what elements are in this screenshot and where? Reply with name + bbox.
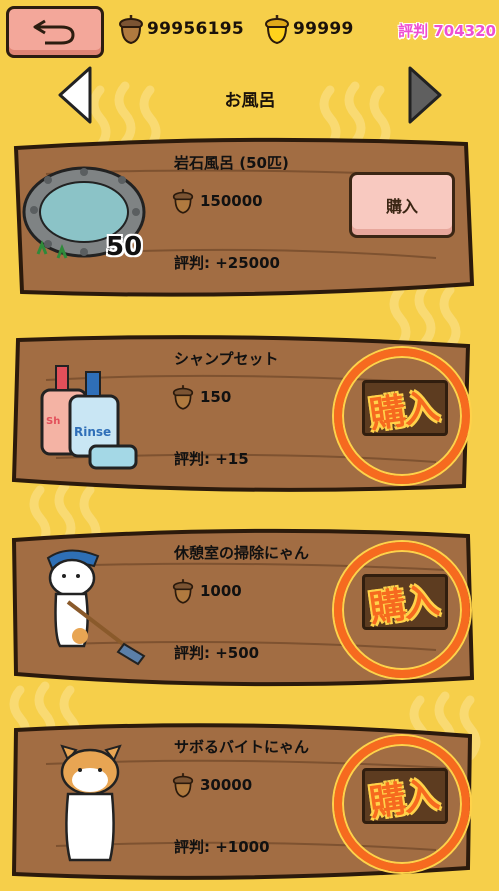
next-category-arrow-icon[interactable]	[406, 64, 446, 126]
item-price: 150000	[200, 192, 263, 210]
item-price: 30000	[200, 776, 253, 794]
back-button[interactable]	[6, 6, 104, 58]
capacity-badge: 50	[106, 232, 143, 262]
prev-category-arrow-icon[interactable]	[54, 64, 94, 126]
reputation-bonus: 評判: +500	[174, 644, 260, 662]
price-row: 150	[172, 384, 231, 410]
acorn-count-gold: 99999	[293, 19, 354, 39]
shampoo-set-icon: Rinse Sh	[40, 365, 138, 470]
price-row: 30000	[172, 772, 252, 798]
top-bar: 99956195 99999 評判 704320	[0, 0, 499, 60]
acorn-count-brown: 99956195	[147, 19, 245, 39]
shop-item-shampoo-set: Rinse Sh シャンプセット 150 評判: +15 購入	[6, 330, 476, 498]
reputation-bonus: 評判: +1000	[174, 838, 270, 856]
purchased-stamp: 購入	[334, 736, 470, 872]
category-title: お風呂	[224, 91, 276, 111]
shop-item-cleaning-cat: 休憩室の掃除にゃん 1000 評判: +500 購入	[6, 524, 476, 692]
acorn-counter-gold: 99999	[264, 14, 354, 44]
cleaning-cat-icon	[46, 549, 146, 666]
price-row: 150000	[172, 188, 263, 214]
item-name: サボるバイトにゃん	[174, 738, 310, 756]
buy-button[interactable]: 購入	[349, 172, 455, 238]
acorn-icon	[172, 385, 194, 410]
reputation-total: 評判 704320	[398, 22, 496, 40]
acorn-icon	[172, 189, 194, 214]
item-price: 150	[200, 388, 232, 406]
item-name: 岩石風呂 (50匹)	[174, 154, 289, 172]
acorn-counter-brown: 99956195	[118, 14, 244, 44]
reputation-bonus: 評判: +25000	[174, 254, 280, 272]
bottle-label-2: Sh	[46, 416, 60, 427]
gold-acorn-icon	[265, 15, 289, 44]
bottle-label: Rinse	[74, 425, 111, 439]
return-arrow-icon	[33, 19, 75, 45]
purchased-stamp: 購入	[334, 542, 470, 678]
reputation-bonus: 評判: +15	[174, 450, 249, 468]
shop-item-slacking-cat: サボるバイトにゃん 30000 評判: +1000 購入	[6, 718, 476, 886]
item-name: 休憩室の掃除にゃん	[174, 544, 310, 562]
acorn-icon	[172, 579, 194, 604]
purchased-stamp: 購入	[334, 348, 470, 484]
shop-item-rock-bath: 50 岩石風呂 (50匹) 150000 評判: +25000 購入	[6, 134, 476, 302]
item-name: シャンプセット	[174, 350, 279, 368]
item-price: 1000	[200, 582, 242, 600]
acorn-icon	[119, 15, 143, 44]
slacking-cat-icon	[60, 744, 122, 862]
price-row: 1000	[172, 578, 242, 604]
acorn-icon	[172, 773, 194, 798]
